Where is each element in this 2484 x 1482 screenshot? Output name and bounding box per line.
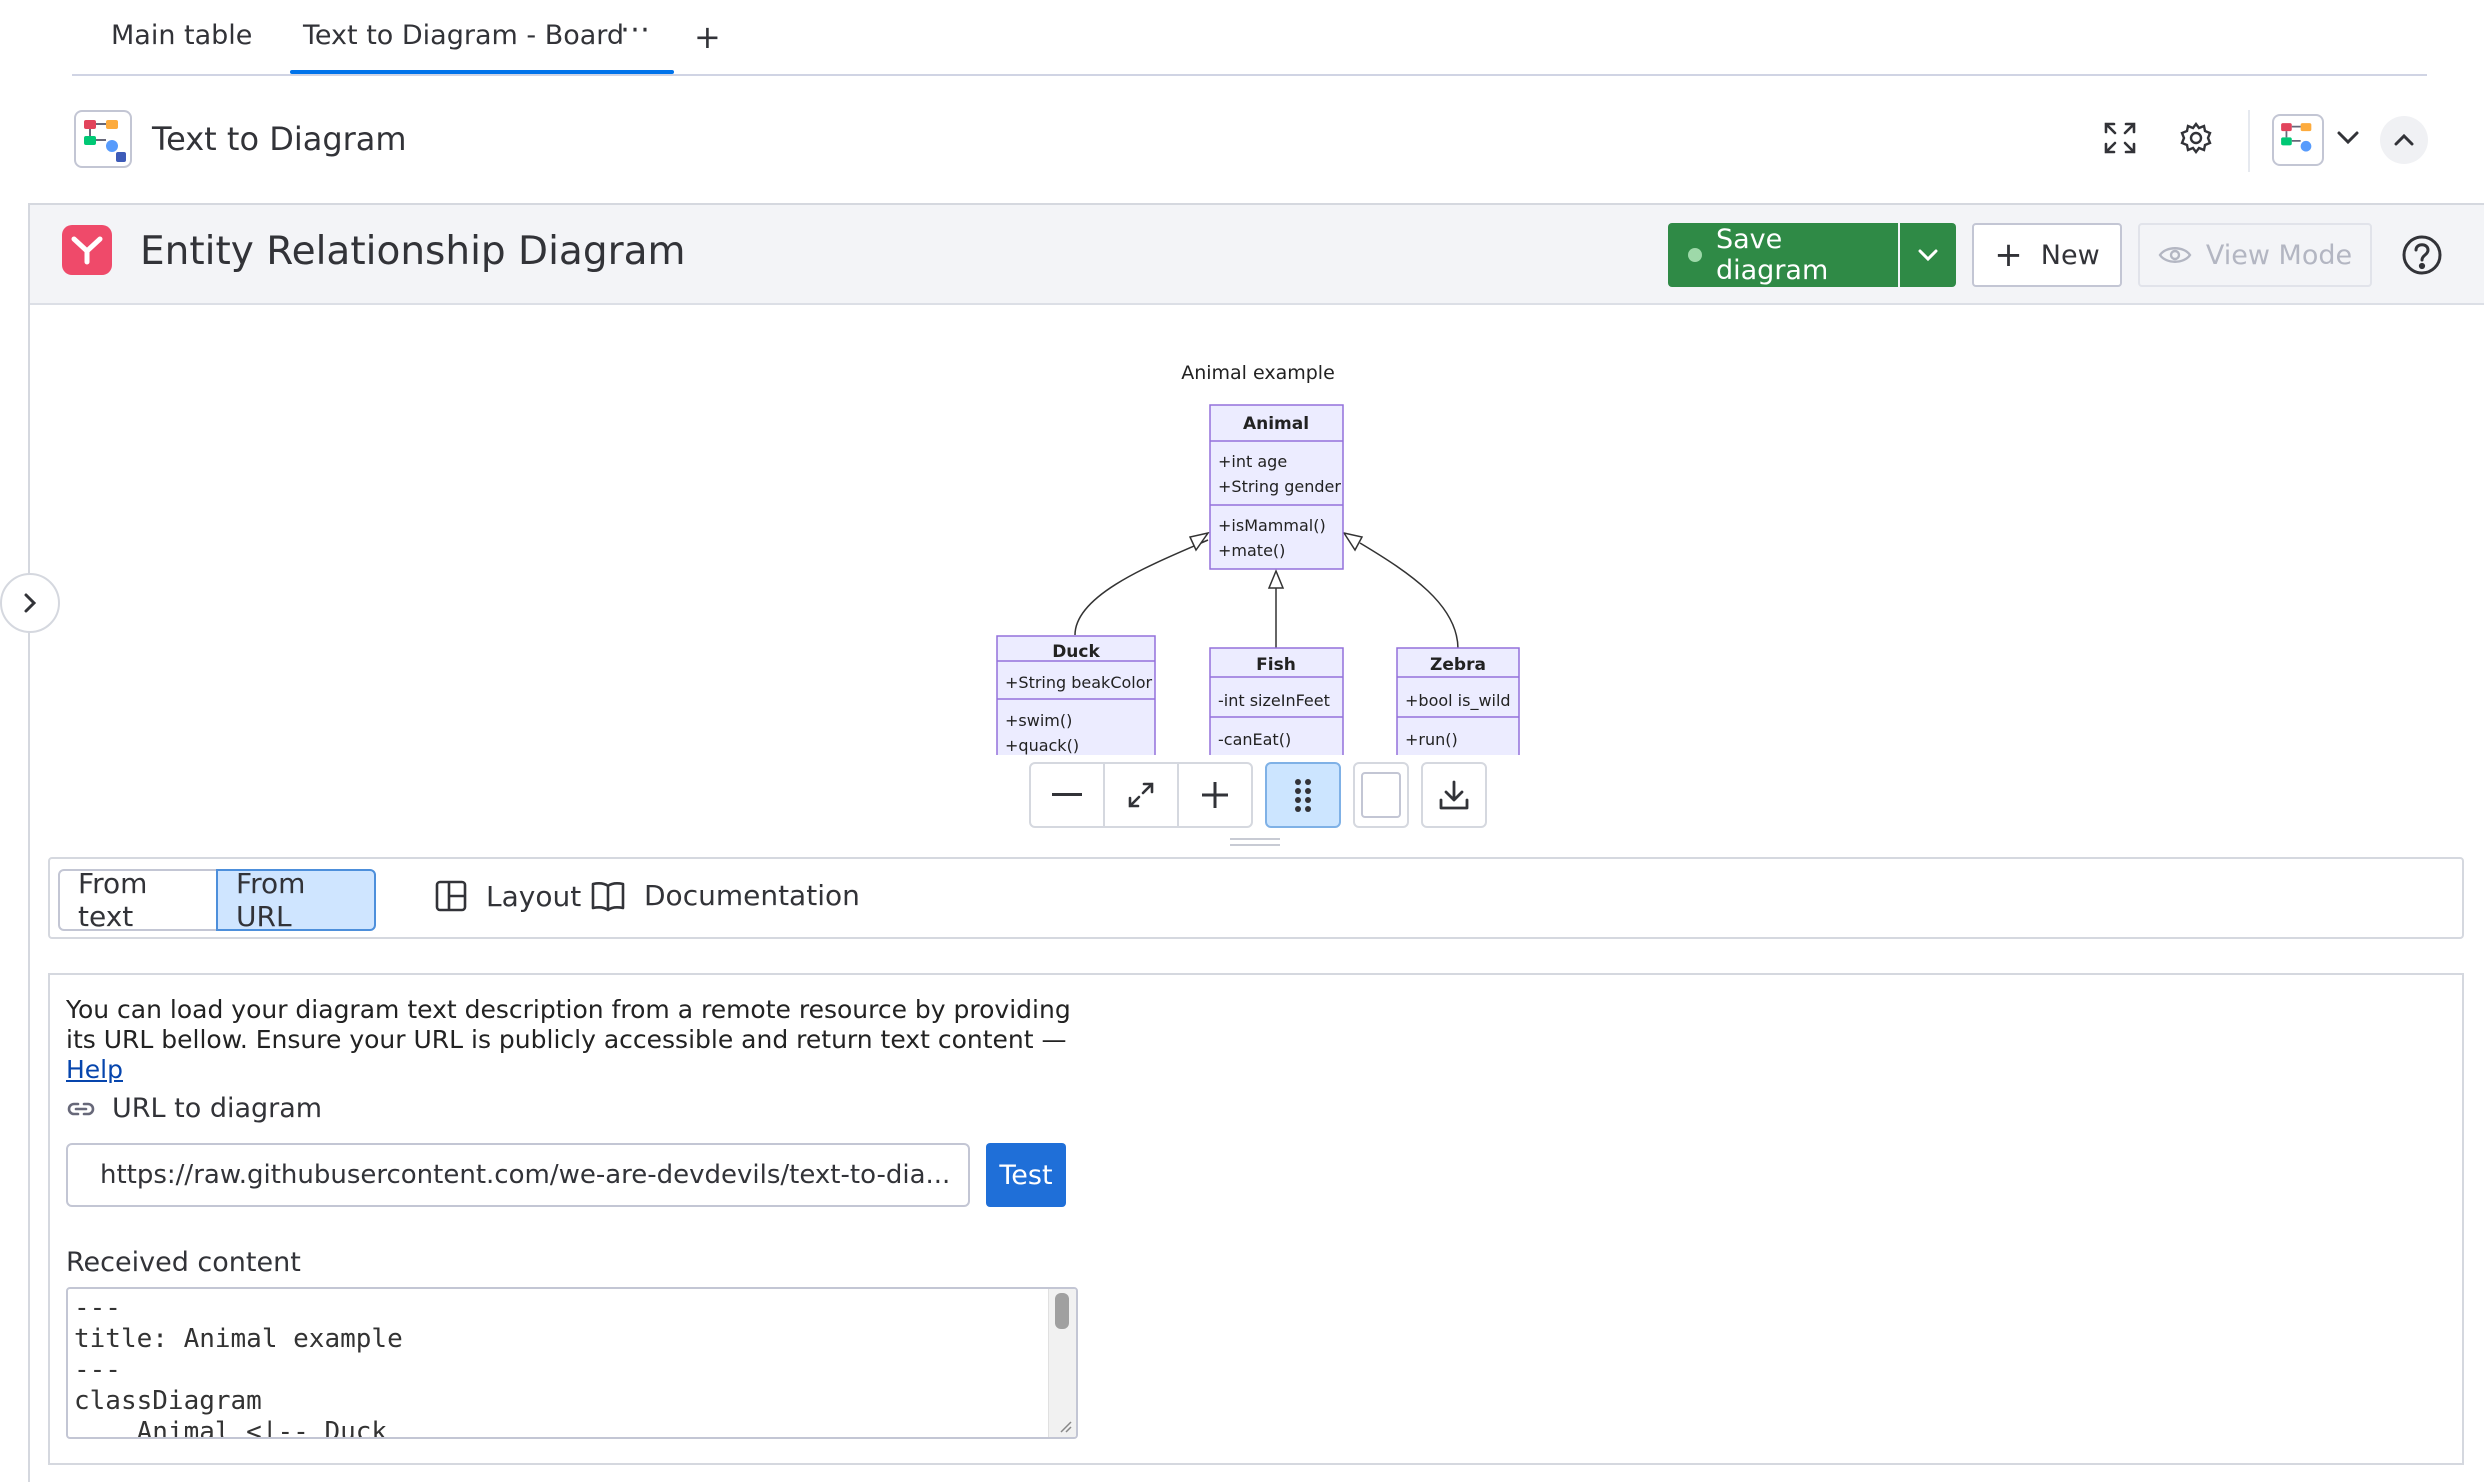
layout-button[interactable]: Layout: [434, 879, 581, 913]
new-label: New: [2040, 239, 2100, 271]
chevron-down-icon: [1918, 249, 1938, 262]
eye-icon: [2158, 247, 2192, 263]
brand-logo-icon: [62, 225, 112, 275]
help-link[interactable]: Help: [66, 1055, 123, 1084]
inheritance-arrow-fish: [1267, 569, 1285, 589]
url-description: You can load your diagram text descripti…: [66, 995, 1086, 1085]
class-attribute: +String beakColor: [1005, 673, 1153, 692]
save-diagram-label: Save diagram: [1716, 224, 1829, 286]
url-input-value: https://raw.githubusercontent.com/we-are…: [100, 1160, 951, 1190]
plus-icon[interactable]: +: [694, 18, 721, 56]
class-attribute: +bool is_wild: [1405, 691, 1511, 711]
inheritance-line-duck: [1074, 539, 1209, 636]
code-line: title: Animal example: [74, 1324, 403, 1354]
chevron-down-icon[interactable]: [2326, 116, 2370, 160]
layout-label: Layout: [486, 879, 582, 913]
app-title: Entity Relationship Diagram: [140, 229, 686, 274]
app-frame: Entity Relationship Diagram Save diagram…: [0, 203, 2484, 1482]
class-fish: Fish -int sizeInFeet -canEat(): [1209, 647, 1344, 755]
tab-text-to-diagram-board[interactable]: Text to Diagram - Board: [303, 20, 624, 51]
fit-icon[interactable]: [1103, 762, 1179, 828]
view-header: Text to Diagram: [0, 96, 2484, 202]
plus-icon: +: [1994, 235, 2023, 275]
documentation-button[interactable]: Documentation: [590, 879, 860, 912]
fullscreen-icon[interactable]: [2098, 116, 2142, 160]
inheritance-line-zebra: [1359, 542, 1459, 650]
class-attribute: +String gender: [1218, 477, 1341, 496]
three-dots-icon[interactable]: ⋯: [620, 12, 651, 47]
board-tabs: Main table Text to Diagram - Board ⋯ +: [72, 0, 2427, 76]
from-url-tab[interactable]: From URL: [216, 867, 376, 933]
help-icon[interactable]: [2400, 233, 2444, 277]
zoom-in-icon[interactable]: [1177, 762, 1253, 828]
code-line: ---: [74, 1293, 121, 1323]
drag-handle-icon[interactable]: [1265, 762, 1341, 828]
save-status-dot: [1688, 248, 1702, 262]
from-text-tab[interactable]: From text: [58, 867, 218, 933]
received-content-lines: --- title: Animal example --- classDiagr…: [74, 1293, 403, 1439]
background-swatch[interactable]: [1353, 762, 1409, 828]
class-attribute: -int sizeInFeet: [1218, 691, 1330, 710]
active-tab-indicator: [290, 70, 674, 74]
zoom-toolbar: [1029, 762, 1487, 828]
class-method: +swim(): [1005, 711, 1072, 730]
inheritance-arrow-zebra: [1342, 531, 1364, 552]
gear-icon[interactable]: [2174, 116, 2218, 160]
received-content-label: Received content: [66, 1247, 301, 1278]
url-input[interactable]: https://raw.githubusercontent.com/we-are…: [66, 1143, 970, 1207]
code-line: classDiagram: [74, 1386, 262, 1416]
header-divider: [2248, 110, 2250, 172]
view-mode-button[interactable]: View Mode: [2138, 223, 2372, 287]
resize-handle[interactable]: [1230, 838, 1280, 846]
mode-toolbar: From text From URL Layout Documentation: [48, 857, 2464, 939]
book-icon: [591, 881, 625, 911]
class-method: +mate(): [1218, 541, 1285, 560]
class-name: Animal: [1243, 414, 1309, 434]
view-mode-label: View Mode: [2205, 239, 2353, 271]
class-name: Duck: [1052, 642, 1100, 662]
layout-icon: [435, 880, 467, 912]
tab-main-table[interactable]: Main table: [111, 20, 252, 51]
resize-grip-icon[interactable]: [1058, 1419, 1072, 1433]
test-button[interactable]: Test: [986, 1143, 1066, 1207]
app-switcher-icon[interactable]: [2272, 114, 2324, 166]
diagram-app-icon: [74, 110, 132, 168]
class-animal: Animal +int age +String gender +isMammal…: [1209, 404, 1344, 570]
view-title: Text to Diagram: [152, 120, 407, 158]
chevron-up-icon[interactable]: [2380, 116, 2428, 164]
diagram-title: Animal example: [1181, 362, 1335, 384]
url-label: URL to diagram: [112, 1093, 323, 1124]
new-diagram-button[interactable]: + New: [1972, 223, 2122, 287]
code-line: Animal <|-- Duck: [74, 1417, 388, 1439]
documentation-label: Documentation: [644, 879, 860, 912]
class-diagram: Animal example Animal +int age +String g…: [996, 362, 1520, 755]
class-method: -canEat(): [1218, 730, 1291, 749]
class-attribute: +int age: [1218, 452, 1287, 471]
zoom-out-icon[interactable]: [1029, 762, 1105, 828]
diagram-canvas[interactable]: Animal example Animal +int age +String g…: [0, 305, 2484, 846]
app-toolbar: Entity Relationship Diagram Save diagram…: [30, 205, 2484, 305]
url-label-row: URL to diagram: [66, 1093, 322, 1124]
received-content-textarea[interactable]: --- title: Animal example --- classDiagr…: [66, 1287, 1078, 1439]
class-method: +run(): [1405, 730, 1458, 749]
link-icon: [67, 1102, 95, 1115]
class-method: +isMammal(): [1218, 516, 1326, 535]
download-icon[interactable]: [1421, 762, 1487, 828]
class-zebra: Zebra +bool is_wild +run(): [1396, 647, 1520, 755]
url-panel: You can load your diagram text descripti…: [48, 973, 2464, 1465]
class-name: Fish: [1256, 655, 1296, 675]
textarea-scrollbar[interactable]: [1048, 1289, 1076, 1437]
save-options-button[interactable]: [1900, 223, 1956, 287]
scrollbar-thumb[interactable]: [1055, 1293, 1069, 1329]
class-name: Zebra: [1430, 655, 1486, 675]
code-line: ---: [74, 1355, 121, 1385]
class-duck: Duck +String beakColor +swim() +quack(): [996, 635, 1156, 755]
class-method: +quack(): [1005, 736, 1079, 755]
save-diagram-button[interactable]: Save diagram: [1668, 223, 1898, 287]
url-description-text: You can load your diagram text descripti…: [66, 995, 1071, 1054]
